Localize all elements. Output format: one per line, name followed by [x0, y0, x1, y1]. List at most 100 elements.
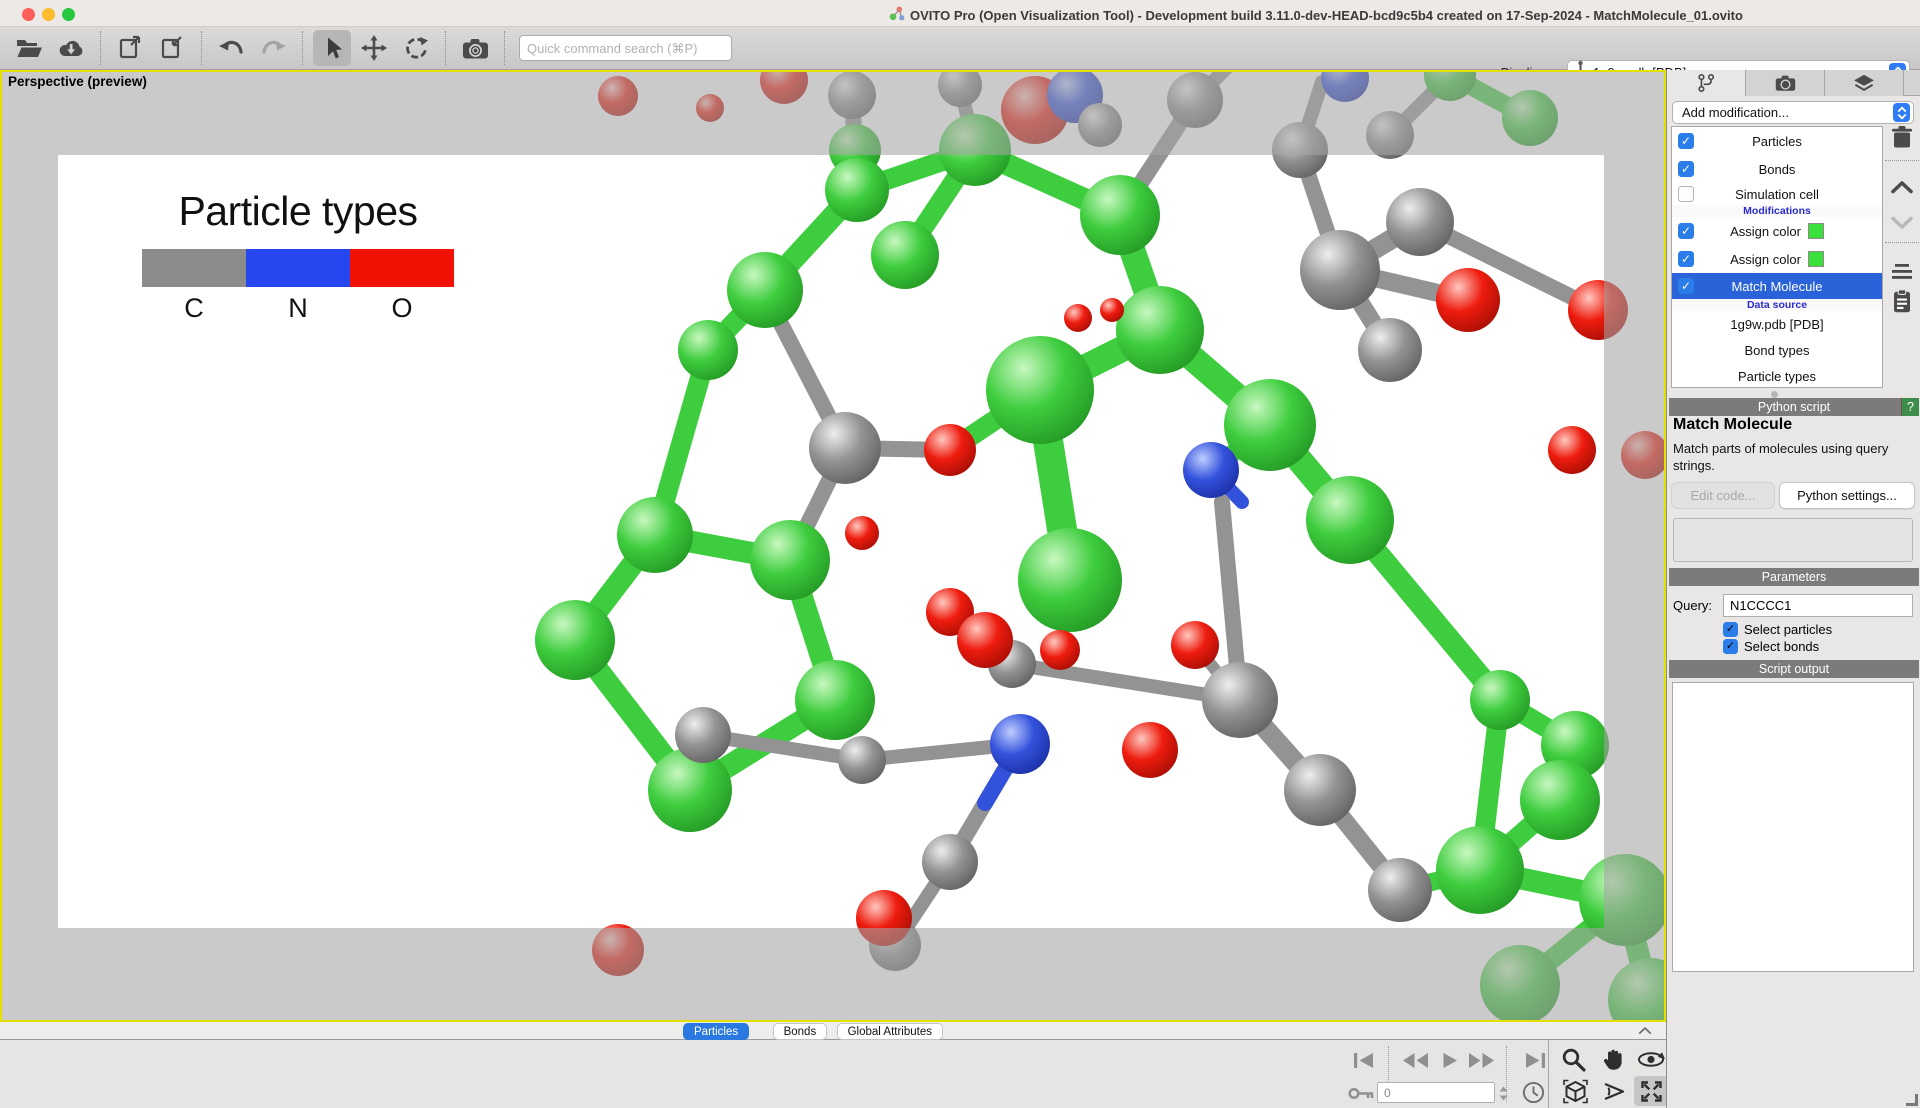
tab-bonds[interactable]: Bonds — [773, 1023, 828, 1040]
color-swatch[interactable] — [1808, 251, 1824, 267]
pipeline-item-bond-types[interactable]: Bond types — [1672, 337, 1882, 363]
modifier-description: Match parts of molecules using query str… — [1673, 441, 1911, 475]
tab-layers[interactable] — [1825, 70, 1904, 96]
pipeline-section-data-source: Data source — [1672, 299, 1882, 311]
undo-button[interactable] — [212, 30, 250, 66]
pipeline-item-label: Bond types — [1744, 343, 1809, 358]
play-button[interactable] — [1432, 1045, 1466, 1075]
edit-code-button[interactable]: Edit code... — [1671, 482, 1775, 509]
modifier-title: Match Molecule — [1673, 416, 1792, 434]
legend-label-N: N — [246, 293, 350, 324]
fast-forward-button[interactable] — [1464, 1045, 1498, 1075]
zoom-tool-button[interactable] — [1556, 1044, 1590, 1074]
move-up-button[interactable] — [1885, 172, 1919, 202]
checkbox-select-bonds[interactable]: ✓ Select bonds — [1723, 639, 1819, 654]
frame-spinner[interactable] — [1498, 1084, 1509, 1108]
python-settings-button[interactable]: Python settings... — [1779, 482, 1915, 509]
clipboard-button[interactable] — [1885, 286, 1919, 316]
resize-grip[interactable] — [1906, 1094, 1918, 1106]
pipeline-item-label: Assign color — [1730, 252, 1801, 267]
pipeline-item-label: Particles — [1752, 134, 1802, 149]
export-file-button[interactable] — [111, 30, 149, 66]
help-button[interactable]: ? — [1901, 398, 1919, 416]
tab-particles[interactable]: Particles — [683, 1023, 749, 1040]
pan-tool-button[interactable] — [1596, 1044, 1630, 1074]
pipeline-item-1g9w-pdb-pdb-[interactable]: 1g9w.pdb [PDB] — [1672, 311, 1882, 337]
remote-import-button[interactable] — [52, 30, 90, 66]
ovito-window: OVITO Pro (Open Visualization Tool) - De… — [0, 0, 1920, 1108]
visibility-checkbox[interactable]: ✓ — [1678, 223, 1694, 239]
stepper-icon — [1893, 103, 1910, 122]
pipeline-item-simulation-cell[interactable]: ✓ Simulation cell — [1672, 183, 1882, 205]
import-file-button[interactable] — [153, 30, 191, 66]
open-file-button[interactable] — [10, 30, 48, 66]
legend-color-bar — [142, 249, 454, 287]
pipeline-item-assign-color[interactable]: ✓ Assign color — [1672, 245, 1882, 273]
frame-number-input[interactable] — [1377, 1082, 1495, 1103]
rotate-mode-button[interactable] — [397, 30, 435, 66]
pipeline-item-match-molecule[interactable]: ✓Match Molecule — [1672, 273, 1882, 299]
pipeline-item-label: Simulation cell — [1735, 187, 1819, 202]
titlebar: OVITO Pro (Open Visualization Tool) - De… — [0, 0, 1920, 27]
query-label: Query: — [1673, 598, 1712, 613]
move-down-button[interactable] — [1885, 208, 1919, 238]
minimize-window-button[interactable] — [42, 8, 55, 21]
maximize-viewport-button[interactable] — [1634, 1076, 1668, 1106]
python-script-header: Python script ? — [1669, 398, 1919, 416]
toolbar-separator — [302, 31, 303, 65]
render-button[interactable] — [456, 30, 494, 66]
viewport-perspective[interactable]: Perspective (preview) Particle types CNO — [0, 70, 1666, 1022]
pipeline-item-particle-types[interactable]: Particle types — [1672, 363, 1882, 388]
pipeline-item-label: 1g9w.pdb [PDB] — [1730, 317, 1823, 332]
script-status-box — [1673, 518, 1913, 562]
checkbox-label: Select bonds — [1744, 639, 1819, 654]
list-resize-handle[interactable] — [1771, 391, 1778, 398]
skip-to-start-button[interactable] — [1346, 1045, 1380, 1075]
tab-pipeline[interactable] — [1667, 70, 1746, 96]
add-modification-dropdown[interactable]: Add modification... — [1672, 101, 1914, 124]
visibility-checkbox[interactable]: ✓ — [1678, 278, 1694, 294]
search-input[interactable] — [519, 35, 732, 61]
checkbox-select-particles[interactable]: ✓Select particles — [1723, 622, 1832, 637]
pipeline-item-assign-color[interactable]: ✓ Assign color — [1672, 217, 1882, 245]
zoom-scene-extents-button[interactable] — [1558, 1076, 1592, 1106]
visibility-checkbox[interactable]: ✓ — [1678, 251, 1694, 267]
legend-swatch-C — [142, 249, 246, 287]
color-swatch[interactable] — [1808, 223, 1824, 239]
window-title: OVITO Pro (Open Visualization Tool) - De… — [888, 5, 1743, 25]
visibility-checkbox[interactable]: ✓ — [1678, 161, 1694, 177]
tab-global-attributes[interactable]: Global Attributes — [837, 1023, 943, 1040]
legend-label-O: O — [350, 293, 454, 324]
pipeline-item-particles[interactable]: ✓ Particles — [1672, 127, 1882, 155]
delete-modifier-button[interactable] — [1885, 122, 1919, 152]
visibility-checkbox[interactable]: ✓ — [1678, 133, 1694, 149]
legend-swatch-O — [350, 249, 454, 287]
orbit-tool-button[interactable] — [1634, 1044, 1668, 1074]
field-of-view-button[interactable] — [1597, 1076, 1631, 1106]
visibility-checkbox[interactable]: ✓ — [1678, 186, 1694, 202]
pipeline-item-bonds[interactable]: ✓Bonds — [1672, 155, 1882, 183]
query-input[interactable] — [1723, 594, 1913, 617]
pipeline-item-label: Assign color — [1730, 224, 1801, 239]
collapse-inspector-button[interactable] — [1632, 1022, 1658, 1039]
toggle-list-button[interactable] — [1885, 256, 1919, 286]
zoom-window-button[interactable] — [62, 8, 75, 21]
toolbar-separator — [445, 31, 446, 65]
ovito-logo-icon — [888, 5, 905, 25]
move-mode-button[interactable] — [355, 30, 393, 66]
tab-render[interactable] — [1746, 70, 1825, 96]
script-output-box — [1672, 682, 1914, 972]
command-panel: Add modification... ✓Particles✓Bonds✓Sim… — [1666, 70, 1920, 1108]
animation-key-icon — [1344, 1078, 1378, 1108]
rewind-button[interactable] — [1398, 1045, 1432, 1075]
select-mode-button[interactable] — [313, 30, 351, 66]
animation-settings-button[interactable] — [1516, 1077, 1550, 1107]
command-panel-tabs — [1667, 70, 1920, 96]
close-window-button[interactable] — [22, 8, 35, 21]
checkbox-icon[interactable]: ✓ — [1723, 639, 1738, 654]
skip-to-end-button[interactable] — [1518, 1045, 1552, 1075]
viewport-label[interactable]: Perspective (preview) — [8, 74, 147, 89]
redo-button[interactable] — [254, 30, 292, 66]
pipeline-section-modifications: Modifications — [1672, 205, 1882, 217]
checkbox-icon[interactable]: ✓ — [1723, 622, 1738, 637]
